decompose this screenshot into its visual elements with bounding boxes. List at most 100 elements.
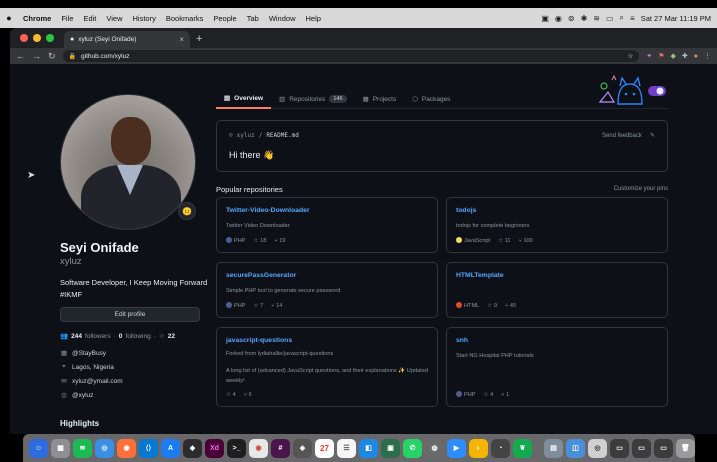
extension-icon[interactable]: ◆ (671, 52, 676, 60)
camera-icon[interactable]: ◉ (555, 14, 562, 23)
stars-count[interactable]: 22 (168, 333, 175, 340)
spotify-icon[interactable]: ≋ (73, 438, 92, 458)
repo-stars[interactable]: ☆ 4 (484, 392, 494, 398)
org-link[interactable]: @StayBusy (72, 350, 106, 357)
wifi-icon[interactable]: ≋ (593, 14, 600, 23)
chrome-icon[interactable]: ◉ (249, 438, 268, 458)
following-count[interactable]: 0 (119, 333, 123, 340)
dock-app-icon[interactable]: ◐ (469, 438, 488, 458)
chrome-menu-icon[interactable]: ⋮ (704, 52, 711, 60)
repo-stars[interactable]: ☆ 4 (226, 392, 236, 398)
repo-name-link[interactable]: snh (456, 337, 468, 344)
profile-avatar-icon[interactable]: ● (694, 53, 698, 60)
profile-avatar[interactable] (60, 94, 196, 230)
forward-arrow-icon[interactable]: → (32, 51, 41, 61)
readme-owner[interactable]: xyluz (237, 132, 255, 139)
url-text[interactable]: github.com/xyluz (81, 53, 622, 60)
repo-forks[interactable]: ⑂ 100 (519, 238, 533, 244)
tab-overview[interactable]: ▤ Overview (216, 89, 272, 109)
trash-icon[interactable]: 🗑 (676, 438, 695, 458)
followers-count[interactable]: 244 (71, 333, 82, 340)
vscode-icon[interactable]: ⟨⟩ (139, 438, 158, 458)
app-store-icon[interactable]: A (161, 438, 180, 458)
bluetooth-icon[interactable]: ✱ (581, 14, 588, 23)
customize-pins-link[interactable]: Customize your pins (614, 186, 668, 192)
zoom-window-button[interactable] (46, 34, 54, 42)
safari-icon[interactable]: ◎ (95, 438, 114, 458)
tab-projects[interactable]: ▦ Projects (355, 89, 405, 109)
bookmark-star-icon[interactable]: ☆ (628, 52, 634, 60)
battery-icon[interactable]: ▭ (606, 14, 614, 23)
dock-app-icon[interactable]: ◍ (425, 438, 444, 458)
menu-chrome[interactable]: Chrome (18, 14, 56, 23)
menu-bar-clock[interactable]: Sat 27 Mar 11:19 PM (641, 14, 711, 23)
email-link[interactable]: xyluz@ymail.com (72, 378, 123, 385)
tab-packages[interactable]: ⬡ Packages (404, 89, 458, 109)
repo-name-link[interactable]: javascript-questions (226, 337, 292, 344)
dock-app-icon[interactable]: ◧ (359, 438, 378, 458)
dock-app-icon[interactable]: ▤ (544, 438, 563, 458)
menu-edit[interactable]: Edit (78, 14, 101, 23)
following-label[interactable]: following (125, 333, 150, 340)
extension-icon[interactable]: ✦ (646, 52, 652, 60)
reminders-icon[interactable]: ☰ (337, 438, 356, 458)
adobe-xd-icon[interactable]: Xd (205, 438, 224, 458)
extension-icon[interactable]: ⚑ (658, 52, 664, 60)
preview-icon[interactable]: ◫ (566, 438, 585, 458)
whatsapp-icon[interactable]: ✆ (403, 438, 422, 458)
repo-stars[interactable]: ☆ 11 (498, 238, 510, 244)
minimize-window-button[interactable] (33, 34, 41, 42)
apple-menu-icon[interactable]: ● (0, 13, 18, 23)
menu-file[interactable]: File (56, 14, 78, 23)
followers-label[interactable]: followers (85, 333, 111, 340)
dock-window-icon[interactable]: ▭ (654, 438, 673, 458)
menu-window[interactable]: Window (264, 14, 301, 23)
repo-name-link[interactable]: Twitter-Video-Downloader (226, 207, 310, 214)
dock-window-icon[interactable]: ▭ (610, 438, 629, 458)
repo-name-link[interactable]: securePassGenerator (226, 272, 296, 279)
repo-stars[interactable]: ☆ 18 (254, 238, 267, 244)
mongodb-icon[interactable]: ❦ (513, 438, 532, 458)
browser-tab-active[interactable]: ● xyluz (Seyi Onifade) × (64, 31, 190, 48)
slack-icon[interactable]: # (271, 438, 290, 458)
repo-forks[interactable]: ⑂ 19 (274, 238, 285, 244)
address-bar[interactable]: 🔒 github.com/xyluz ☆ (62, 50, 640, 62)
readme-file[interactable]: README.md (266, 132, 299, 139)
menu-tab[interactable]: Tab (242, 14, 264, 23)
tab-repositories[interactable]: ▥ Repositories 146 (271, 89, 354, 109)
figma-icon[interactable]: ◆ (183, 438, 202, 458)
menu-people[interactable]: People (208, 14, 241, 23)
repo-name-link[interactable]: HTMLTemplate (456, 272, 504, 279)
repo-name-link[interactable]: todojs (456, 207, 476, 214)
terminal-icon[interactable]: >_ (227, 438, 246, 458)
menu-bookmarks[interactable]: Bookmarks (161, 14, 209, 23)
new-tab-button[interactable]: + (190, 33, 208, 48)
repo-forks[interactable]: ⑂ 1 (501, 392, 509, 398)
menu-history[interactable]: History (128, 14, 161, 23)
repo-forks[interactable]: ⑂ 6 (244, 392, 252, 398)
finder-icon[interactable]: ☺ (29, 438, 48, 458)
repo-stars[interactable]: ☆ 9 (487, 303, 497, 309)
control-center-icon[interactable]: ≡ (630, 14, 635, 23)
reload-icon[interactable]: ↻ (48, 51, 56, 62)
dock-app-icon[interactable]: ◎ (588, 438, 607, 458)
dock-app-icon[interactable]: ◔ (491, 438, 510, 458)
calendar-icon[interactable]: 27 (315, 438, 334, 458)
menu-view[interactable]: View (101, 14, 127, 23)
launchpad-icon[interactable]: ▦ (51, 438, 70, 458)
send-feedback-link[interactable]: Send feedback (602, 133, 642, 139)
back-arrow-icon[interactable]: ← (16, 51, 25, 61)
screen-record-icon[interactable]: ⊚ (568, 14, 575, 23)
twitter-link[interactable]: @xyluz (72, 392, 93, 399)
firefox-icon[interactable]: ◉ (117, 438, 136, 458)
dock-app-icon[interactable]: ▣ (381, 438, 400, 458)
extensions-puzzle-icon[interactable]: ✚ (682, 52, 688, 60)
dock-app-icon[interactable]: ◈ (293, 438, 312, 458)
pencil-edit-icon[interactable]: ✎ (650, 132, 655, 139)
dock-window-icon[interactable]: ▭ (632, 438, 651, 458)
repo-fork-source[interactable]: Forked from lydiahallie/javascript-quest… (226, 349, 431, 359)
repo-forks[interactable]: ⑂ 14 (271, 303, 282, 309)
repo-forks[interactable]: ⑂ 45 (505, 303, 516, 309)
repo-stars[interactable]: ☆ 7 (254, 303, 264, 309)
edit-profile-button[interactable]: Edit profile (60, 307, 200, 322)
